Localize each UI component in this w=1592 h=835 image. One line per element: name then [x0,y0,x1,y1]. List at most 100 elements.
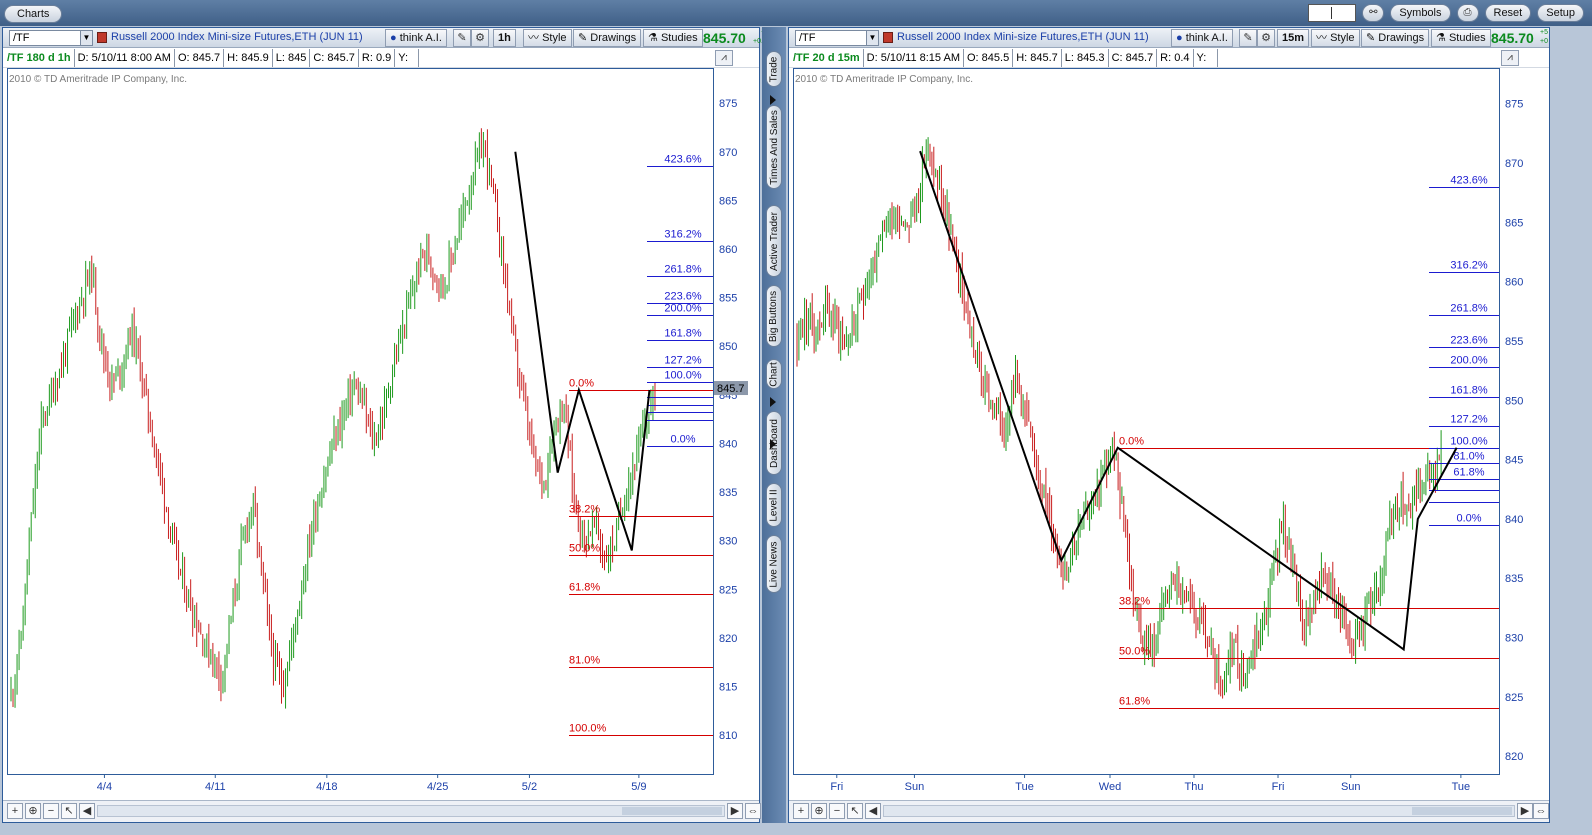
y-tick-label: 820 [719,633,737,645]
y-tick-label: 835 [1505,573,1523,585]
style-button[interactable]: 〰 Style [523,29,572,47]
x-tick-label: Sun [1341,781,1361,793]
reset-button[interactable]: Reset [1484,4,1532,22]
quote-high: H: 845.7 [1013,49,1062,67]
candles [796,137,1442,699]
price-chart[interactable]: 8758708658608558508458408358308258208158… [7,68,759,802]
side-tab-label: Chart [768,361,780,387]
scrollbar-thumb[interactable] [622,807,722,815]
side-tab-level-ii[interactable]: Level II [766,483,782,527]
collapse-arrow-icon[interactable] [770,439,776,449]
scroll-left-icon[interactable]: ◀ [865,803,881,819]
side-tab-times-and-sales[interactable]: Times And Sales [766,105,782,189]
setup-button[interactable]: Setup [1537,4,1584,22]
chevron-down-icon[interactable]: ▼ [866,31,878,45]
mini-chart-icon[interactable]: ⩘ [715,50,733,66]
tools-icon[interactable]: ✎ [453,29,471,47]
grid-layout-selector[interactable] [1308,4,1357,22]
scroll-right-icon[interactable]: ▶ [1517,803,1533,819]
scroll-right-icon[interactable]: ▶ [727,803,743,819]
studies-button[interactable]: ⚗ Studies [643,29,703,47]
studies-button[interactable]: ⚗ Studies [1431,29,1491,47]
fib-extension-label: 316.2% [664,229,702,241]
charts-tab[interactable]: Charts [4,5,63,23]
zoom-magnifier-icon[interactable]: ⊕ [811,803,827,819]
y-tick-label: 850 [719,341,737,353]
think-ai-button[interactable]: ● think A.I. [1171,29,1233,47]
side-tab-trade[interactable]: Trade [766,51,782,87]
cursor-icon[interactable]: ↖ [61,803,77,819]
chart-footer: + ⊕ − ↖ ◀ ▶ ⇔ [789,800,1549,822]
globe-icon: ● [1176,32,1183,44]
current-price-label: 845.7 [717,383,745,395]
side-tab-chart[interactable]: Chart [766,359,782,389]
fib-extension-label: 127.2% [664,355,702,367]
mini-chart-icon[interactable]: ⩘ [1501,50,1519,66]
fib-extension-label: 261.8% [1450,303,1488,315]
x-tick-label: 4/18 [316,781,337,793]
chart-header: /TF ▼ Russell 2000 Index Mini-size Future… [3,28,779,48]
scroll-left-icon[interactable]: ◀ [79,803,95,819]
aggregation-button[interactable]: 1h [493,29,516,47]
symbol-input[interactable]: /TF ▼ [9,30,93,46]
fib-retracement-label: 81.0% [569,655,600,667]
chart-layer: 8758708658608558508458408358308258208158… [7,68,748,793]
zoom-out-icon[interactable]: − [43,803,59,819]
swing-trend-line[interactable] [514,151,651,551]
side-tab-label: Times And Sales [768,109,780,185]
settings-icon[interactable]: ⚙ [1257,29,1275,47]
scrollbar-thumb[interactable] [1412,807,1512,815]
quote-bar: /TF 20 d 15m D: 5/10/11 8:15 AM O: 845.5… [789,48,1549,68]
quote-symbol-period[interactable]: /TF 20 d 15m [789,49,864,67]
think-ai-button[interactable]: ● think A.I. [385,29,447,47]
fib-retracement-label: 50.0% [1119,646,1150,658]
quote-close: C: 845.7 [1109,49,1158,67]
expand-icon[interactable]: ⇔ [745,803,761,819]
x-tick-label: 4/4 [97,781,112,793]
chevron-down-icon[interactable]: ▼ [80,31,92,45]
drawings-button[interactable]: ✎ Drawings [1361,29,1430,47]
price-chart[interactable]: 875 870 865 860 855 850 845 840 835 830 825 820 Fri S… [793,68,1549,802]
symbols-button[interactable]: Symbols [1390,4,1451,22]
zoom-out-icon[interactable]: − [829,803,845,819]
side-tab-big-buttons[interactable]: Big Buttons [766,285,782,347]
x-tick-label: Tue [1452,781,1471,793]
quote-bar: /TF 180 d 1h D: 5/10/11 8:00 AM O: 845.7… [3,48,759,68]
zoom-magnifier-icon[interactable]: ⊕ [25,803,41,819]
horizontal-scrollbar[interactable] [97,805,725,817]
tools-icon[interactable]: ✎ [1239,29,1257,47]
side-tab-active-trader[interactable]: Active Trader [766,205,782,277]
cursor-icon[interactable]: ↖ [847,803,863,819]
link-icon[interactable]: ⚯ [1362,4,1385,22]
horizontal-scrollbar[interactable] [883,805,1515,817]
expand-icon[interactable]: ⇔ [1533,803,1549,819]
print-icon[interactable]: ⎙ [1456,4,1479,22]
y-tick-label: 850 [1505,395,1523,407]
side-tab-bar: Trade Times And Sales Active Trader Big But… [762,27,786,823]
symbol-input[interactable]: /TF ▼ [795,30,879,46]
y-tick-label: 840 [719,438,737,450]
y-tick-label: 865 [1505,217,1523,229]
instrument-name: Russell 2000 Index Mini-size Futures,ETH… [897,31,1149,43]
quote-date: D: 5/10/11 8:15 AM [864,49,964,67]
quote-close: C: 845.7 [310,49,359,67]
collapse-arrow-icon[interactable] [770,397,776,407]
side-tab-label: Big Buttons [768,290,780,342]
x-tick-label: 4/25 [427,781,448,793]
zoom-in-icon[interactable]: + [7,803,23,819]
zoom-in-icon[interactable]: + [793,803,809,819]
quote-symbol-period[interactable]: /TF 180 d 1h [3,49,75,67]
settings-icon[interactable]: ⚙ [471,29,489,47]
quote-y: Y: [1194,49,1218,67]
collapse-arrow-icon[interactable] [770,95,776,105]
side-tab-live-news[interactable]: Live News [766,535,782,593]
chart-footer: + ⊕ − ↖ ◀ ▶ ⇔ [3,800,761,822]
fib-extension-label: 100.0% [1450,436,1488,448]
fib-extension-label: 161.8% [1450,385,1488,397]
fib-extension-label: 261.8% [664,264,702,276]
drawings-button[interactable]: ✎ Drawings [573,29,642,47]
fib-retracement-label: 0.0% [1119,436,1144,448]
aggregation-button[interactable]: 15m [1277,29,1310,47]
quote-low: L: 845 [273,49,311,67]
style-button[interactable]: 〰 Style [1311,29,1360,47]
